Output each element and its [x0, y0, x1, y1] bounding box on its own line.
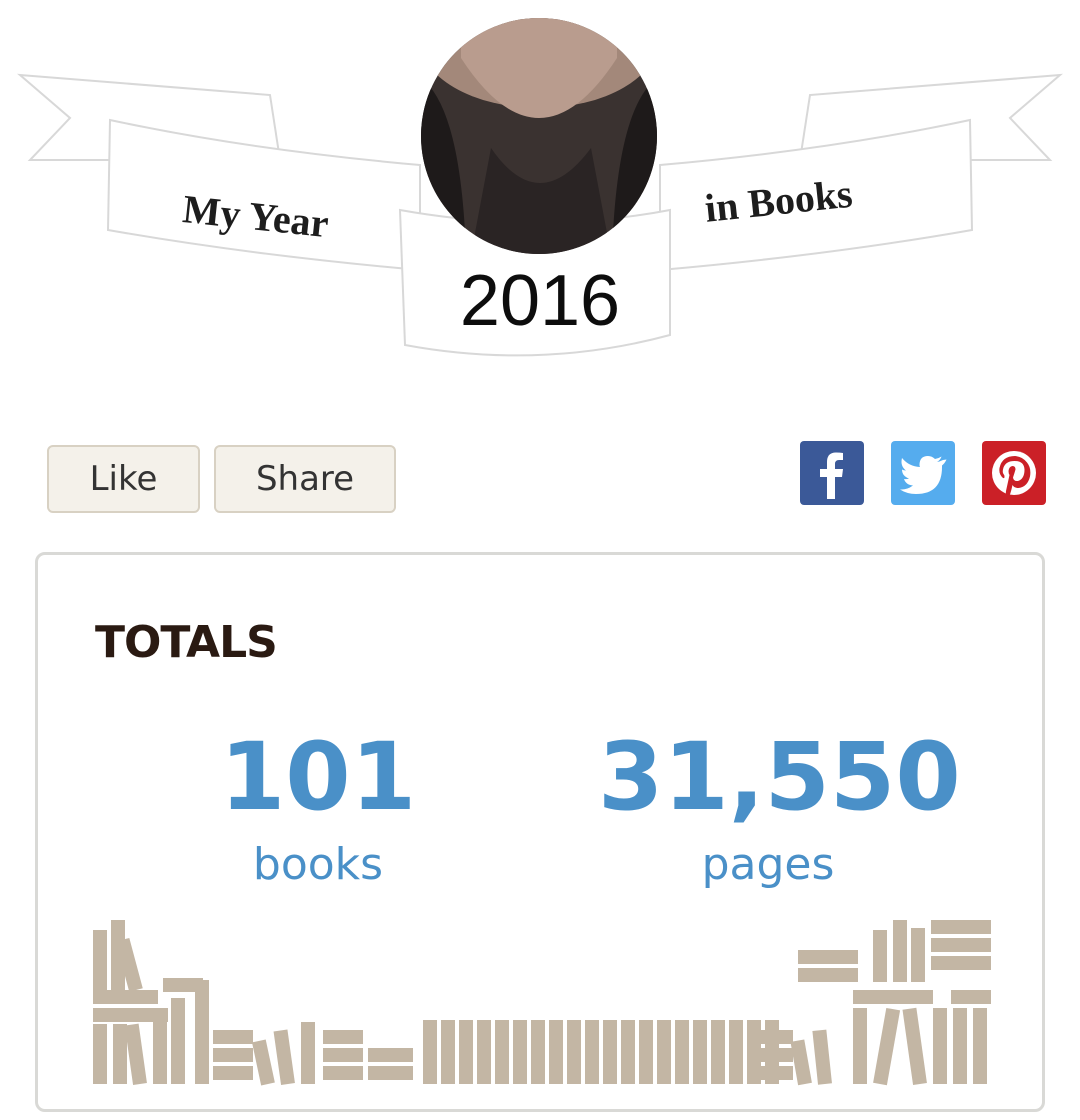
twitter-icon[interactable] — [891, 441, 955, 505]
avatar-image — [421, 18, 657, 254]
book-spine — [657, 1020, 671, 1084]
book-spine — [531, 1020, 545, 1084]
book-spine — [585, 1020, 599, 1084]
book-spine — [477, 1020, 491, 1084]
book-spine — [567, 1020, 581, 1084]
book-spine — [459, 1020, 473, 1084]
book-spine — [729, 1020, 743, 1084]
book-spine — [124, 1023, 147, 1085]
book-spine — [639, 1020, 653, 1084]
books-count: 101 — [219, 723, 417, 832]
book-spine — [213, 1030, 253, 1044]
book-spine — [113, 1024, 127, 1084]
book-spine — [902, 1007, 927, 1085]
pages-label: pages — [701, 839, 835, 890]
book-spine — [933, 1008, 947, 1084]
book-spine — [323, 1048, 363, 1062]
pinterest-icon[interactable] — [982, 441, 1046, 505]
books-label: books — [252, 839, 384, 890]
book-spine — [931, 956, 991, 970]
totals-card: TOTALS 101 books 31,550 pages — [35, 552, 1045, 1112]
book-spine — [931, 938, 991, 952]
book-spine — [93, 930, 107, 990]
book-spine — [323, 1030, 363, 1044]
book-spine — [711, 1020, 725, 1084]
book-spine — [495, 1020, 509, 1084]
year-in-books-banner: My Year in Books 2016 — [0, 0, 1080, 380]
book-spine — [368, 1066, 413, 1080]
book-spine — [93, 990, 158, 1004]
share-button[interactable]: Share — [214, 445, 396, 513]
book-spine — [693, 1020, 707, 1084]
book-spine — [273, 1029, 295, 1085]
facebook-icon[interactable] — [800, 441, 864, 505]
book-spine — [213, 1048, 253, 1062]
book-spine — [675, 1020, 689, 1084]
book-spine — [423, 1020, 437, 1084]
book-spine — [873, 930, 887, 982]
book-spine — [603, 1020, 617, 1084]
book-spine — [853, 990, 893, 1004]
book-spine — [790, 1039, 812, 1086]
book-spine — [951, 990, 991, 1004]
book-spine — [171, 998, 185, 1084]
book-spine — [513, 1020, 527, 1084]
book-spine — [893, 990, 933, 1004]
book-spine — [153, 1008, 167, 1084]
book-spine — [953, 1008, 967, 1084]
book-spine — [301, 1022, 315, 1084]
banner-year: 2016 — [459, 261, 621, 341]
avatar[interactable] — [421, 18, 657, 254]
book-spine — [893, 920, 907, 982]
book-spine — [911, 928, 925, 982]
book-spine — [252, 1039, 275, 1086]
book-spine — [798, 968, 858, 982]
book-spine — [213, 1066, 253, 1080]
totals-heading: TOTALS — [95, 617, 278, 668]
like-button[interactable]: Like — [47, 445, 200, 513]
book-spine — [753, 1066, 793, 1080]
book-spine — [873, 1007, 901, 1086]
book-spine — [753, 1048, 793, 1062]
book-spine — [441, 1020, 455, 1084]
book-spine — [973, 1008, 987, 1084]
book-spine — [853, 1008, 867, 1084]
book-spine — [812, 1029, 832, 1085]
pages-count: 31,550 — [598, 723, 961, 832]
book-shelf-illustration — [93, 920, 991, 1086]
book-spine — [621, 1020, 635, 1084]
book-spine — [93, 1024, 107, 1084]
book-spine — [798, 950, 858, 964]
book-spine — [195, 980, 209, 1084]
book-spine — [368, 1048, 413, 1062]
book-spine — [549, 1020, 563, 1084]
book-spine — [931, 920, 991, 934]
book-spine — [323, 1066, 363, 1080]
book-spine — [753, 1030, 793, 1044]
